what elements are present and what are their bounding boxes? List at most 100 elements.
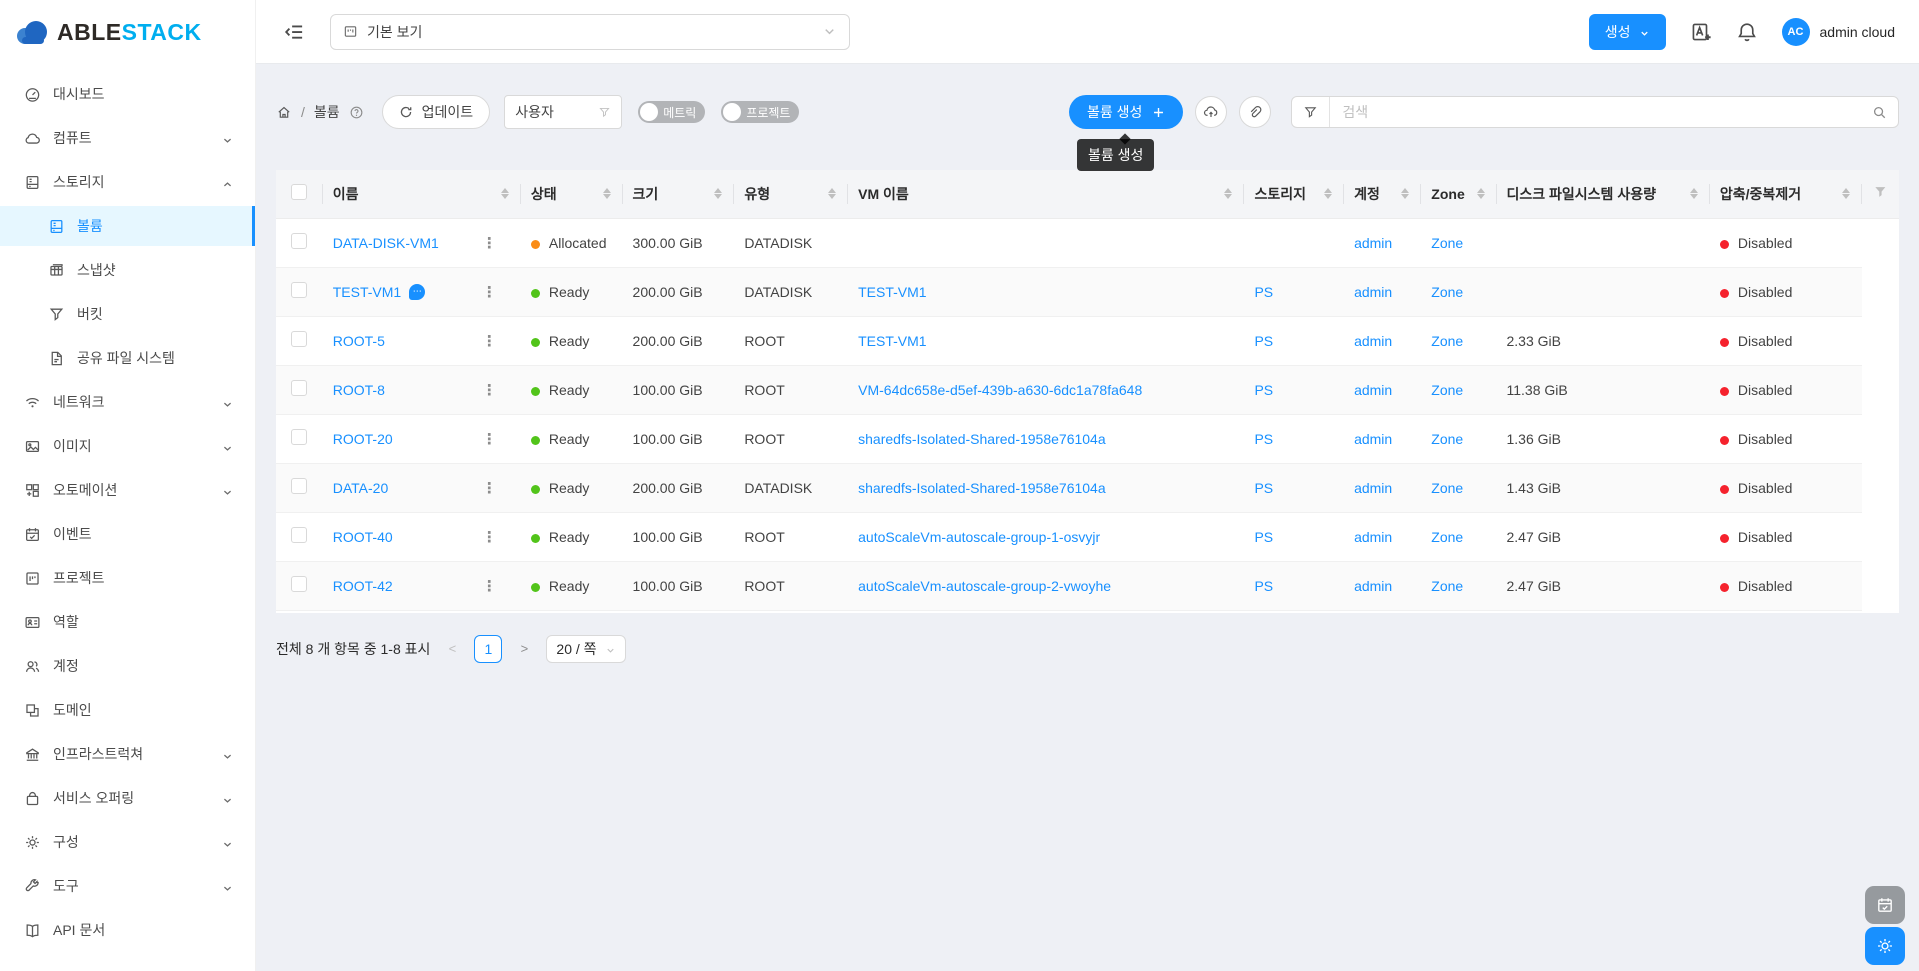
row-checkbox[interactable] [291,331,307,347]
row-actions-icon[interactable]: ⋮ [476,283,511,301]
sort-icon[interactable] [1224,188,1234,199]
search-input[interactable] [1330,97,1860,127]
search-filter-icon[interactable] [1292,97,1330,127]
volume-name-link[interactable]: ROOT-42 [333,578,393,594]
sidebar-item-network[interactable]: 네트워크 [0,382,255,422]
sort-icon[interactable] [1477,188,1487,199]
column-header[interactable]: Zone [1421,170,1496,218]
sort-icon[interactable] [714,188,724,199]
sidebar-item-shared-fs[interactable]: 공유 파일 시스템 [0,338,255,378]
sort-icon[interactable] [1401,188,1411,199]
column-header[interactable]: 상태 [521,170,623,218]
row-actions-icon[interactable]: ⋮ [476,479,511,497]
filter-icon[interactable] [1872,188,1889,204]
volume-name-link[interactable]: ROOT-20 [333,431,393,447]
sidebar-item-volumes[interactable]: 볼륨 [0,206,255,246]
storage-link[interactable]: PS [1254,480,1273,496]
brand-logo[interactable]: ABLESTACK [0,0,255,64]
user-filter-select[interactable]: 사용자 [504,95,622,129]
sidebar-item-service-offerings[interactable]: 서비스 오퍼링 [0,778,255,818]
row-checkbox[interactable] [291,478,307,494]
account-link[interactable]: admin [1354,235,1392,251]
menu-fold-icon[interactable] [284,22,304,42]
page-size-select[interactable]: 20 / 쪽 [546,635,625,663]
zone-link[interactable]: Zone [1431,382,1463,398]
vm-name-link[interactable]: TEST-VM1 [858,284,926,300]
row-checkbox[interactable] [291,233,307,249]
refresh-button[interactable]: 업데이트 [382,95,491,129]
settings-gear-button[interactable] [1865,927,1905,965]
account-link[interactable]: admin [1354,284,1392,300]
create-button[interactable]: 생성 [1589,14,1666,50]
vm-name-link[interactable]: VM-64dc658e-d5ef-439b-a630-6dc1a78fa648 [858,382,1142,398]
select-all-checkbox[interactable] [291,184,307,200]
language-font-icon[interactable] [1690,21,1712,43]
row-actions-icon[interactable]: ⋮ [476,332,511,350]
storage-link[interactable]: PS [1254,431,1273,447]
account-link[interactable]: admin [1354,382,1392,398]
row-actions-icon[interactable]: ⋮ [476,577,511,595]
notification-bell-icon[interactable] [1736,21,1758,43]
sidebar-item-roles[interactable]: 역할 [0,602,255,642]
vm-name-link[interactable]: sharedfs-Isolated-Shared-1958e76104a [858,480,1106,496]
row-checkbox[interactable] [291,576,307,592]
row-actions-icon[interactable]: ⋮ [476,234,511,252]
volume-name-link[interactable]: ROOT-8 [333,382,385,398]
zone-link[interactable]: Zone [1431,578,1463,594]
sidebar-item-tools[interactable]: 도구 [0,866,255,906]
sidebar-item-snapshots[interactable]: 스냅샷 [0,250,255,290]
volume-name-link[interactable]: ROOT-40 [333,529,393,545]
sidebar-item-storage[interactable]: 스토리지 [0,162,255,202]
column-header[interactable]: 유형 [734,170,848,218]
storage-link[interactable]: PS [1254,529,1273,545]
row-actions-icon[interactable]: ⋮ [476,430,511,448]
metric-toggle[interactable]: 메트릭 [638,101,705,123]
create-volume-button[interactable]: 볼륨 생성 [1069,95,1183,129]
sidebar-item-api-docs[interactable]: API 문서 [0,910,255,950]
sidebar-item-compute[interactable]: 컴퓨트 [0,118,255,158]
storage-link[interactable]: PS [1254,284,1273,300]
annotation-icon[interactable]: ⋯ [409,284,425,300]
page-number-button[interactable]: 1 [474,635,502,663]
zone-link[interactable]: Zone [1431,235,1463,251]
column-header[interactable]: 스토리지 [1244,170,1344,218]
sidebar-item-projects[interactable]: 프로젝트 [0,558,255,598]
zone-link[interactable]: Zone [1431,480,1463,496]
column-header[interactable]: VM 이름 [848,170,1244,218]
row-checkbox[interactable] [291,282,307,298]
vm-name-link[interactable]: sharedfs-Isolated-Shared-1958e76104a [858,431,1106,447]
next-page-button[interactable]: > [512,641,536,656]
vm-name-link[interactable]: TEST-VM1 [858,333,926,349]
user-menu[interactable]: AC admin cloud [1782,18,1896,46]
sort-icon[interactable] [501,188,511,199]
sidebar-item-buckets[interactable]: 버킷 [0,294,255,334]
column-header[interactable]: 이름 [323,170,521,218]
volume-name-link[interactable]: DATA-20 [333,480,389,496]
row-actions-icon[interactable]: ⋮ [476,381,511,399]
sort-icon[interactable] [1690,188,1700,199]
sidebar-item-accounts[interactable]: 계정 [0,646,255,686]
event-log-button[interactable] [1865,886,1905,924]
vm-name-link[interactable]: autoScaleVm-autoscale-group-2-vwoyhe [858,578,1111,594]
sidebar-item-domains[interactable]: 도메인 [0,690,255,730]
sort-icon[interactable] [603,188,613,199]
link-button[interactable] [1239,96,1271,128]
row-actions-icon[interactable]: ⋮ [476,528,511,546]
help-question-icon[interactable] [349,105,364,120]
account-link[interactable]: admin [1354,333,1392,349]
volume-name-link[interactable]: ROOT-5 [333,333,385,349]
zone-link[interactable]: Zone [1431,529,1463,545]
sort-icon[interactable] [1842,188,1852,199]
row-checkbox[interactable] [291,380,307,396]
prev-page-button[interactable]: < [440,641,464,656]
column-header[interactable]: 계정 [1344,170,1421,218]
search-icon[interactable] [1860,97,1898,127]
zone-link[interactable]: Zone [1431,333,1463,349]
zone-link[interactable]: Zone [1431,284,1463,300]
account-link[interactable]: admin [1354,578,1392,594]
column-header[interactable]: 압축/중복제거 [1710,170,1862,218]
sidebar-item-configuration[interactable]: 구성 [0,822,255,862]
vm-name-link[interactable]: autoScaleVm-autoscale-group-1-osvyjr [858,529,1100,545]
sort-icon[interactable] [1324,188,1334,199]
storage-link[interactable]: PS [1254,333,1273,349]
